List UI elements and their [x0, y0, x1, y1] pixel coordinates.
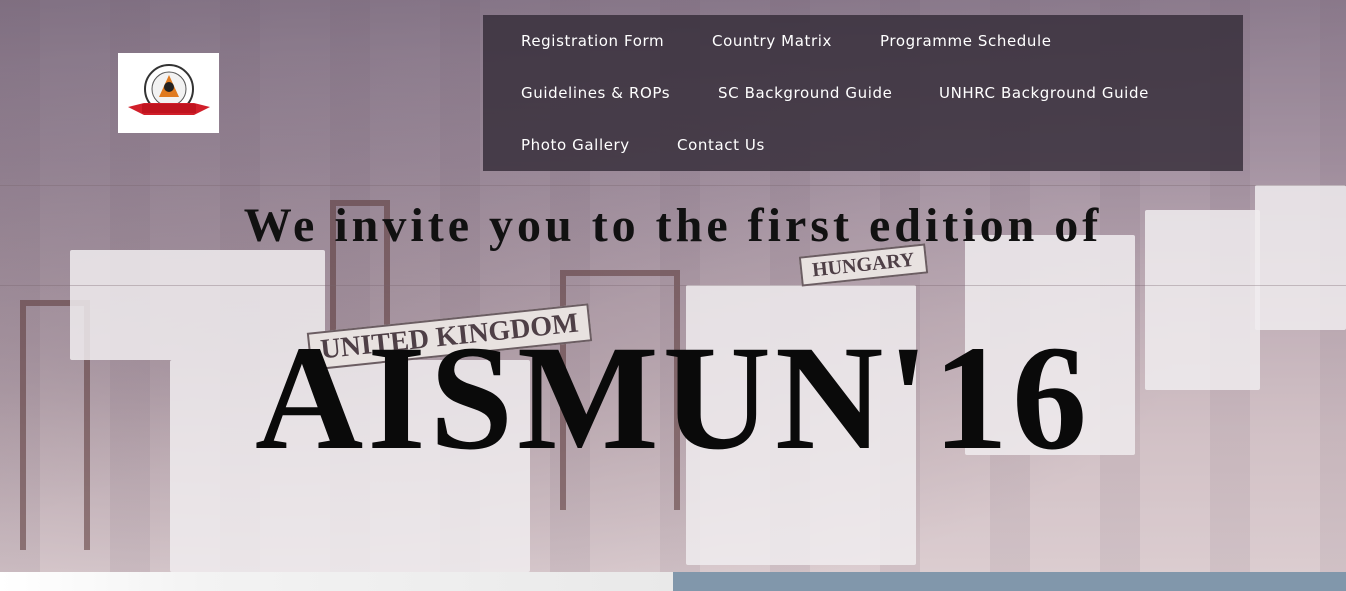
nav-guidelines-rops[interactable]: Guidelines & ROPs	[521, 84, 670, 102]
nav-programme-schedule[interactable]: Programme Schedule	[880, 32, 1052, 50]
nav-registration-form[interactable]: Registration Form	[521, 32, 664, 50]
event-title: AISMUN'16	[254, 315, 1092, 481]
aismun-logo-icon	[127, 64, 210, 115]
nav-country-matrix[interactable]: Country Matrix	[712, 32, 832, 50]
footer-strip-right	[673, 572, 1346, 591]
footer-strip-left	[0, 572, 673, 591]
nav-unhrc-background-guide[interactable]: UNHRC Background Guide	[939, 84, 1149, 102]
nav-photo-gallery[interactable]: Photo Gallery	[521, 136, 630, 154]
divider-line	[0, 285, 1346, 286]
nav-sc-background-guide[interactable]: SC Background Guide	[718, 84, 892, 102]
main-navigation: Registration Form Country Matrix Program…	[483, 15, 1243, 171]
nav-contact-us[interactable]: Contact Us	[677, 136, 765, 154]
divider-line	[0, 185, 1346, 186]
invite-heading: We invite you to the first edition of	[243, 199, 1103, 252]
site-logo[interactable]	[118, 53, 219, 133]
